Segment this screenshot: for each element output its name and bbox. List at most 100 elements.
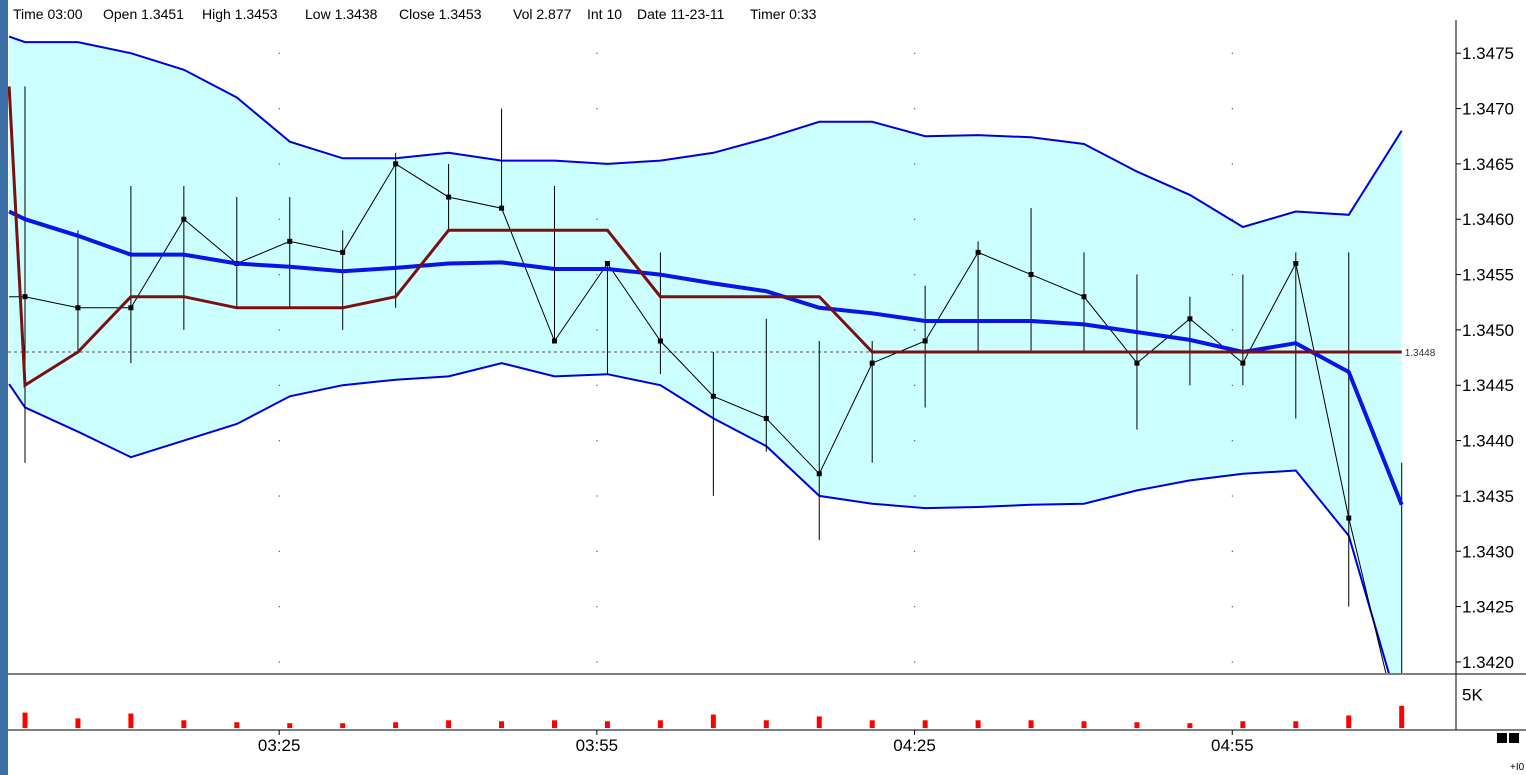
grid-dot xyxy=(278,52,280,54)
grid-dot xyxy=(914,661,916,663)
volume-bar xyxy=(22,712,28,728)
volume-bar xyxy=(393,722,399,728)
price-tick-label: 1.3455 xyxy=(1462,266,1514,285)
grid-dot xyxy=(914,274,916,276)
grid-dot xyxy=(278,384,280,386)
grid-dot xyxy=(596,384,598,386)
grid-dot xyxy=(1231,495,1233,497)
grid-dot xyxy=(596,52,598,54)
close-marker xyxy=(710,393,716,399)
grid-dot xyxy=(278,550,280,552)
close-marker xyxy=(604,260,610,266)
volume-bar xyxy=(499,721,505,728)
volume-bar xyxy=(234,722,240,728)
volume-bar xyxy=(1134,722,1140,728)
grid-dot xyxy=(596,329,598,331)
price-tick-label: 1.3475 xyxy=(1462,44,1514,63)
volume-bar xyxy=(75,718,81,728)
close-marker xyxy=(1346,515,1352,521)
grid-dot xyxy=(914,163,916,165)
close-marker xyxy=(1134,360,1140,366)
volume-bar xyxy=(181,720,187,728)
info-open: Open 1.3451 xyxy=(103,6,184,22)
close-marker xyxy=(1081,294,1087,300)
grid-dot xyxy=(596,440,598,442)
close-marker xyxy=(763,415,769,421)
volume-bar xyxy=(446,720,452,728)
scroll-block-right[interactable] xyxy=(1509,733,1519,743)
price-tick-label: 1.3425 xyxy=(1462,598,1514,617)
grid-dot xyxy=(278,661,280,663)
close-marker xyxy=(181,216,187,222)
grid-dot xyxy=(278,274,280,276)
grid-dot xyxy=(278,163,280,165)
grid-dot xyxy=(596,606,598,608)
grid-dot xyxy=(596,218,598,220)
close-marker xyxy=(393,161,399,167)
volume-bar xyxy=(552,720,557,728)
close-marker xyxy=(1240,360,1246,366)
grid-dot xyxy=(914,52,916,54)
chart[interactable]: Time 03:00 Open 1.3451 High 1.3453 Low 1… xyxy=(8,0,1526,775)
grid-dot xyxy=(914,440,916,442)
price-tick-label: 1.3470 xyxy=(1462,100,1514,119)
time-tick-label: 03:55 xyxy=(576,736,619,755)
price-tick-label: 1.3460 xyxy=(1462,210,1514,229)
info-bar: Time 03:00 Open 1.3451 High 1.3453 Low 1… xyxy=(8,0,844,24)
close-marker xyxy=(1293,260,1299,266)
grid-dot xyxy=(914,218,916,220)
grid-dot xyxy=(914,550,916,552)
close-marker xyxy=(869,360,875,366)
volume-bar xyxy=(657,720,663,728)
grid-dot xyxy=(278,108,280,110)
bollinger-band-fill xyxy=(9,36,1402,673)
volume-bar xyxy=(1187,723,1193,728)
grid-dot xyxy=(596,661,598,663)
info-high: High 1.3453 xyxy=(202,6,278,22)
grid-dot xyxy=(278,606,280,608)
time-axis: 03:25 03:55 04:25 04:55 xyxy=(258,730,1254,755)
volume-axis-label: 5K xyxy=(1462,685,1483,704)
info-low: Low 1.3438 xyxy=(305,6,378,22)
grid-dot xyxy=(596,274,598,276)
grid-dot xyxy=(596,495,598,497)
grid-dot xyxy=(278,329,280,331)
volume-bar xyxy=(1028,720,1034,728)
scroll-block-left[interactable] xyxy=(1497,733,1507,743)
grid-dot xyxy=(914,606,916,608)
grid-dot xyxy=(278,495,280,497)
last-price-label: 1.3448 xyxy=(1405,348,1436,359)
info-time: Time 03:00 xyxy=(13,6,83,22)
time-tick-label: 04:25 xyxy=(893,736,936,755)
volume-bar xyxy=(287,723,293,728)
volume-panel: 5K xyxy=(8,685,1526,731)
info-vol: Vol 2.877 xyxy=(513,6,572,22)
grid-dot xyxy=(278,440,280,442)
time-tick-label: 03:25 xyxy=(258,736,301,755)
time-tick-label: 04:55 xyxy=(1211,736,1254,755)
close-marker xyxy=(22,294,28,300)
grid-dot xyxy=(596,550,598,552)
volume-bar xyxy=(975,720,981,728)
volume-bar xyxy=(1240,721,1246,728)
grid-dot xyxy=(1231,384,1233,386)
grid-dot xyxy=(1231,274,1233,276)
grid-dot xyxy=(914,108,916,110)
grid-dot xyxy=(1231,606,1233,608)
grid-dot xyxy=(914,329,916,331)
close-marker xyxy=(75,305,81,311)
close-marker xyxy=(816,471,822,477)
close-marker xyxy=(552,338,557,344)
volume-bar xyxy=(922,720,928,728)
close-marker xyxy=(340,249,346,255)
close-marker xyxy=(128,305,134,311)
volume-bar xyxy=(1081,721,1087,728)
price-tick-label: 1.3450 xyxy=(1462,321,1514,340)
info-close: Close 1.3453 xyxy=(399,6,482,22)
price-tick-label: 1.3445 xyxy=(1462,376,1514,395)
volume-bar xyxy=(604,721,610,728)
info-date: Date 11-23-11 xyxy=(637,6,725,22)
volume-bar xyxy=(1346,715,1352,728)
close-marker xyxy=(922,338,928,344)
info-timer: Timer 0:33 xyxy=(750,6,817,22)
